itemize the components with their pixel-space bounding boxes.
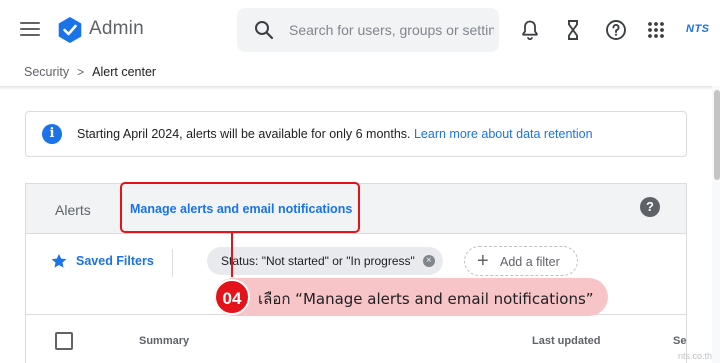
organization-logo[interactable]: NTS (686, 23, 710, 35)
saved-filters-button[interactable]: Saved Filters (50, 252, 154, 270)
header-divider (0, 86, 712, 90)
breadcrumb: Security > Alert center (24, 65, 156, 79)
filter-divider (172, 249, 173, 277)
alerts-table-header: Summary Last updated Se (26, 314, 686, 363)
help-circle-icon[interactable] (604, 18, 628, 42)
column-summary[interactable]: Summary (139, 335, 189, 347)
column-severity[interactable]: Se (673, 335, 686, 347)
banner-message: Starting April 2024, alerts will be avai… (77, 127, 593, 141)
select-all-checkbox[interactable] (55, 332, 73, 350)
status-filter-chip[interactable]: Status: "Not started" or "In progress" × (207, 247, 443, 275)
saved-filters-label: Saved Filters (76, 254, 154, 268)
annotation-highlight-box (120, 182, 360, 233)
banner-text: Starting April 2024, alerts will be avai… (77, 127, 414, 141)
column-last-updated[interactable]: Last updated (532, 335, 600, 347)
help-icon[interactable]: ? (640, 197, 660, 217)
notifications-bell-icon[interactable] (518, 18, 542, 42)
data-retention-banner: i Starting April 2024, alerts will be av… (25, 111, 687, 157)
add-filter-label: Add a filter (500, 255, 560, 269)
breadcrumb-security[interactable]: Security (24, 65, 69, 79)
annotation-connector-line (231, 233, 233, 277)
alerts-title: Alerts (55, 202, 91, 218)
app-title: Admin (89, 18, 144, 39)
step-number-badge: 04 (214, 279, 250, 315)
annotation-text: เลือก “Manage alerts and email notificat… (258, 290, 594, 308)
plus-icon: + (477, 250, 489, 272)
search-bar[interactable] (237, 8, 499, 52)
status-filter-label: Status: "Not started" or "In progress" (221, 254, 415, 268)
main-menu-icon[interactable] (18, 18, 42, 42)
page-scrollbar-thumb[interactable] (714, 90, 720, 180)
remove-filter-icon[interactable]: × (422, 255, 435, 267)
breadcrumb-separator: > (77, 65, 85, 79)
add-filter-button[interactable]: + Add a filter (464, 246, 578, 276)
hourglass-tasks-icon[interactable] (561, 18, 585, 42)
info-icon: i (42, 124, 62, 144)
learn-more-link[interactable]: Learn more about data retention (414, 127, 593, 141)
breadcrumb-alert-center: Alert center (92, 65, 157, 79)
apps-grid-icon[interactable] (644, 18, 668, 42)
star-icon (51, 253, 67, 268)
search-input[interactable] (289, 8, 494, 52)
search-icon[interactable] (254, 20, 274, 40)
top-app-bar: Admin NTS (0, 0, 720, 60)
watermark: nts.co.th (678, 351, 713, 361)
annotation-callout: 04 เลือก “Manage alerts and email notifi… (214, 278, 608, 316)
admin-logo-icon (58, 17, 82, 43)
